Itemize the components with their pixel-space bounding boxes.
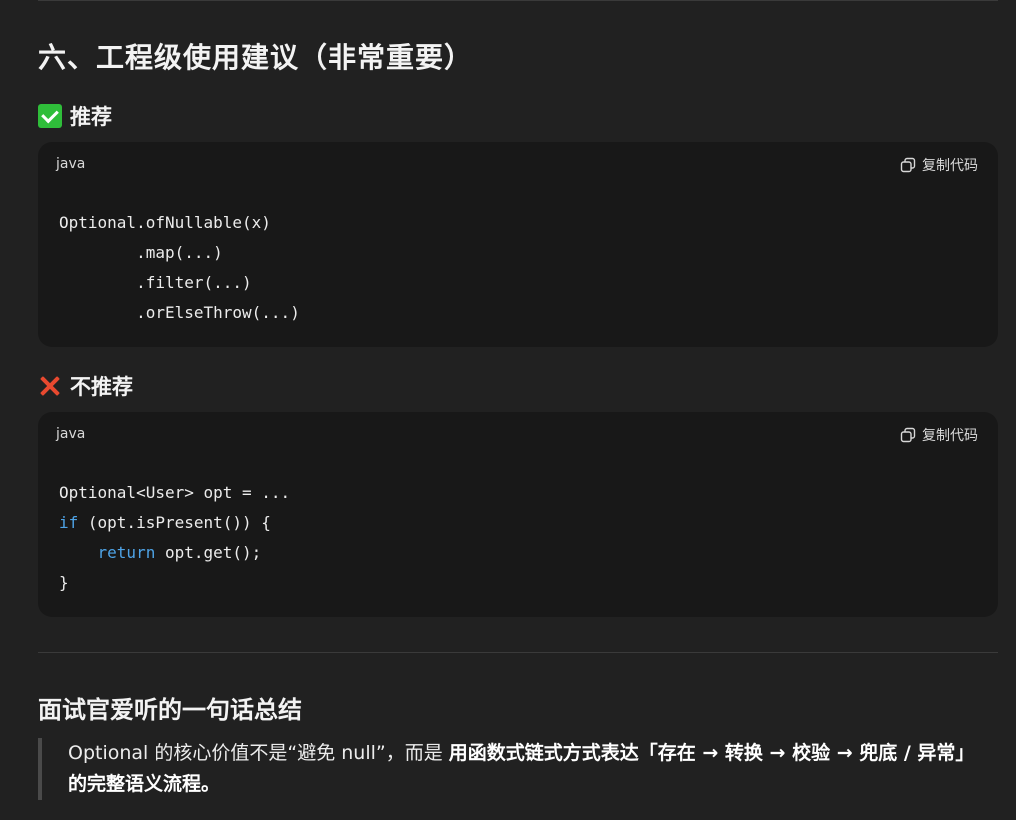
summary-quote: Optional 的核心价值不是“避免 null”，而是 用函数式链式方式表达「… (38, 738, 988, 800)
code-line: if (opt.isPresent()) { (59, 508, 290, 538)
cross-mark-icon (38, 374, 62, 398)
code-block-not-recommended: java 复制代码 Optional<User> opt = ... if (op… (38, 412, 998, 617)
code-line: } (59, 573, 69, 592)
copy-code-button[interactable]: 复制代码 (900, 155, 978, 175)
code-content[interactable]: Optional.ofNullable(x) .map(...) .filter… (59, 208, 300, 328)
code-keyword: if (59, 513, 79, 532)
code-line: Optional<User> opt = ... (59, 483, 291, 502)
chat-page: 六、工程级使用建议（非常重要） 推荐 java 复制代码 Optional.of… (0, 0, 1016, 820)
code-language-label: java (56, 426, 86, 442)
summary-heading: 面试官爱听的一句话总结 (38, 696, 302, 724)
not-recommended-heading-text: 不推荐 (70, 375, 133, 399)
check-mark-icon (38, 104, 62, 128)
code-keyword: return (97, 543, 156, 562)
recommended-heading-text: 推荐 (70, 105, 112, 129)
copy-code-button[interactable]: 复制代码 (900, 425, 978, 445)
code-line: Optional.ofNullable(x) (59, 213, 271, 232)
top-divider (38, 0, 998, 1)
code-line: .map(...) (59, 243, 223, 262)
copy-code-label: 复制代码 (922, 158, 978, 174)
recommended-heading: 推荐 (38, 101, 112, 131)
not-recommended-heading: 不推荐 (38, 371, 133, 401)
section-title: 六、工程级使用建议（非常重要） (38, 41, 474, 74)
section-divider (38, 652, 998, 653)
code-language-label: java (56, 156, 86, 172)
code-content[interactable]: Optional<User> opt = ... if (opt.isPresen… (59, 478, 290, 598)
code-text: (opt.isPresent()) { (78, 513, 271, 532)
copy-icon (900, 427, 916, 443)
quote-plain-text: Optional 的核心价值不是“避免 null”，而是 (68, 742, 449, 764)
code-line: .orElseThrow(...) (59, 303, 300, 322)
code-line: .filter(...) (59, 273, 252, 292)
code-block-recommended: java 复制代码 Optional.ofNullable(x) .map(..… (38, 142, 998, 347)
copy-code-label: 复制代码 (922, 428, 978, 444)
code-text: opt.get(); (155, 543, 262, 562)
code-line: return opt.get(); (59, 538, 290, 568)
copy-icon (900, 157, 916, 173)
